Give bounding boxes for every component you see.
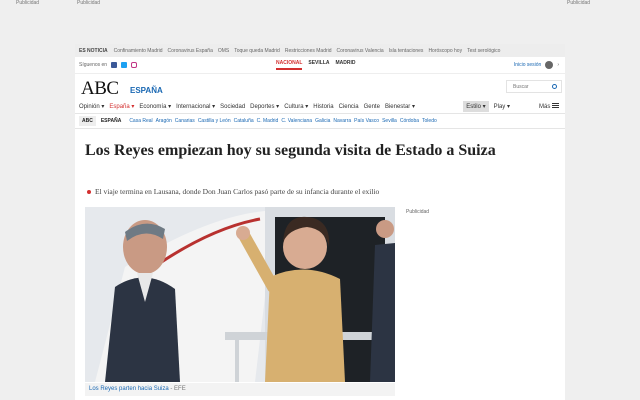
social-links: Síguenos en (79, 62, 138, 68)
bullet-icon (87, 190, 91, 195)
nav-item-economia[interactable]: Economía ▾ (139, 103, 171, 110)
login-label: Inicio sesión (513, 62, 542, 68)
edition-sevilla[interactable]: SEVILLA (308, 60, 329, 70)
nav-item-play[interactable]: Play ▾ (494, 103, 510, 110)
subnav-item[interactable]: Córdoba (400, 118, 419, 124)
subnav-item[interactable]: Casa Real (129, 118, 152, 124)
subnav-item[interactable]: Sevilla (382, 118, 397, 124)
section-title[interactable]: ESPAÑA (130, 86, 163, 95)
sub-nav: ABC ESPAÑA Casa Real Aragón Canarias Cas… (75, 114, 565, 129)
subnav-espana[interactable]: ESPAÑA (101, 118, 121, 124)
photo-illustration (85, 207, 395, 382)
login-button[interactable]: Inicio sesión › (514, 61, 559, 69)
subnav-item[interactable]: Aragón (156, 118, 172, 124)
ad-label: Publicidad (77, 0, 101, 6)
article-headline: Los Reyes empiezan hoy su segunda visita… (85, 142, 496, 159)
subnav-item[interactable]: Toledo (422, 118, 437, 124)
ad-label: Publicidad (16, 0, 40, 6)
ad-label: Publicidad (406, 209, 430, 215)
nav-item-cultura[interactable]: Cultura ▾ (284, 103, 308, 110)
subnav-item[interactable]: Galicia (315, 118, 330, 124)
utility-bar: Síguenos en NACIONAL SEVILLA MADRID Inic… (75, 57, 565, 74)
trending-item[interactable]: Coronavirus España (168, 48, 213, 54)
more-label: Más (538, 104, 551, 110)
search-icon[interactable] (552, 84, 557, 89)
nav-item-historia[interactable]: Historia (313, 104, 333, 110)
trending-item[interactable]: Horóscopo hoy (428, 48, 462, 54)
brand-header: ABC ESPAÑA Buscar (75, 74, 565, 100)
nav-item-opinion[interactable]: Opinión ▾ (79, 103, 104, 110)
nav-item-sociedad[interactable]: Sociedad (220, 104, 245, 110)
trending-label: ES NOTICIA (79, 47, 108, 54)
nav-item-ciencia[interactable]: Ciencia (339, 104, 359, 110)
edition-madrid[interactable]: MADRID (336, 60, 356, 70)
trending-item[interactable]: OMS (218, 48, 229, 54)
more-menu-button[interactable]: Más (539, 103, 559, 110)
trending-item[interactable]: Test serológico (467, 48, 500, 54)
trending-item[interactable]: Restricciones Madrid (285, 48, 332, 54)
subnav-item[interactable]: Canarias (175, 118, 195, 124)
main-nav: Opinión ▾ España ▾ Economía ▾ Internacio… (75, 100, 565, 114)
trending-item[interactable]: Coronavirus Valencia (337, 48, 384, 54)
facebook-icon[interactable] (111, 62, 118, 68)
hamburger-icon (552, 103, 559, 108)
edition-switcher: NACIONAL SEVILLA MADRID (276, 60, 356, 70)
nav-item-internacional[interactable]: Internacional ▾ (176, 103, 215, 110)
page-container: ES NOTICIA Confinamiento Madrid Coronavi… (75, 44, 565, 400)
photo-caption: Los Reyes parten hacia Suiza - EFE (85, 383, 395, 396)
subnav-item[interactable]: Castilla y León (198, 118, 231, 124)
ad-label: Publicidad (567, 0, 591, 6)
search-placeholder: Buscar (513, 84, 529, 90)
article-subtitle-text: El viaje termina en Lausana, donde Don J… (95, 187, 380, 196)
trending-item[interactable]: Isla tentaciones (389, 48, 424, 54)
edition-nacional[interactable]: NACIONAL (276, 60, 303, 70)
nav-item-deportes[interactable]: Deportes ▾ (250, 103, 279, 110)
nav-right-group: Estilo ▾ Play ▾ Más (463, 101, 559, 112)
trending-item[interactable]: Toque queda Madrid (234, 48, 280, 54)
subnav-abc[interactable]: ABC (79, 116, 96, 126)
subnav-item[interactable]: C. Madrid (257, 118, 279, 124)
user-icon (545, 61, 554, 69)
subnav-item[interactable]: C. Valenciana (281, 118, 312, 124)
trending-bar: ES NOTICIA Confinamiento Madrid Coronavi… (75, 44, 565, 57)
site-logo[interactable]: ABC (81, 78, 119, 100)
nav-item-espana[interactable]: España ▾ (109, 103, 134, 110)
subnav-item[interactable]: Cataluña (234, 118, 254, 124)
nav-item-bienestar[interactable]: Bienestar ▾ (385, 103, 415, 110)
caption-credit: - EFE (168, 386, 186, 392)
nav-item-estilo[interactable]: Estilo ▾ (463, 101, 489, 112)
subnav-item[interactable]: Navarra (333, 118, 351, 124)
search-input[interactable]: Buscar (506, 80, 562, 93)
follow-label: Síguenos en (79, 62, 108, 68)
instagram-icon[interactable] (131, 62, 138, 68)
chevron-right-icon: › (557, 62, 559, 68)
caption-text[interactable]: Los Reyes parten hacia Suiza (89, 386, 169, 392)
article-photo[interactable] (85, 207, 395, 382)
article-subtitle: El viaje termina en Lausana, donde Don J… (87, 187, 379, 196)
twitter-icon[interactable] (121, 62, 128, 68)
subnav-item[interactable]: País Vasco (354, 118, 379, 124)
nav-item-gente[interactable]: Gente (364, 104, 380, 110)
trending-item[interactable]: Confinamiento Madrid (114, 48, 163, 54)
